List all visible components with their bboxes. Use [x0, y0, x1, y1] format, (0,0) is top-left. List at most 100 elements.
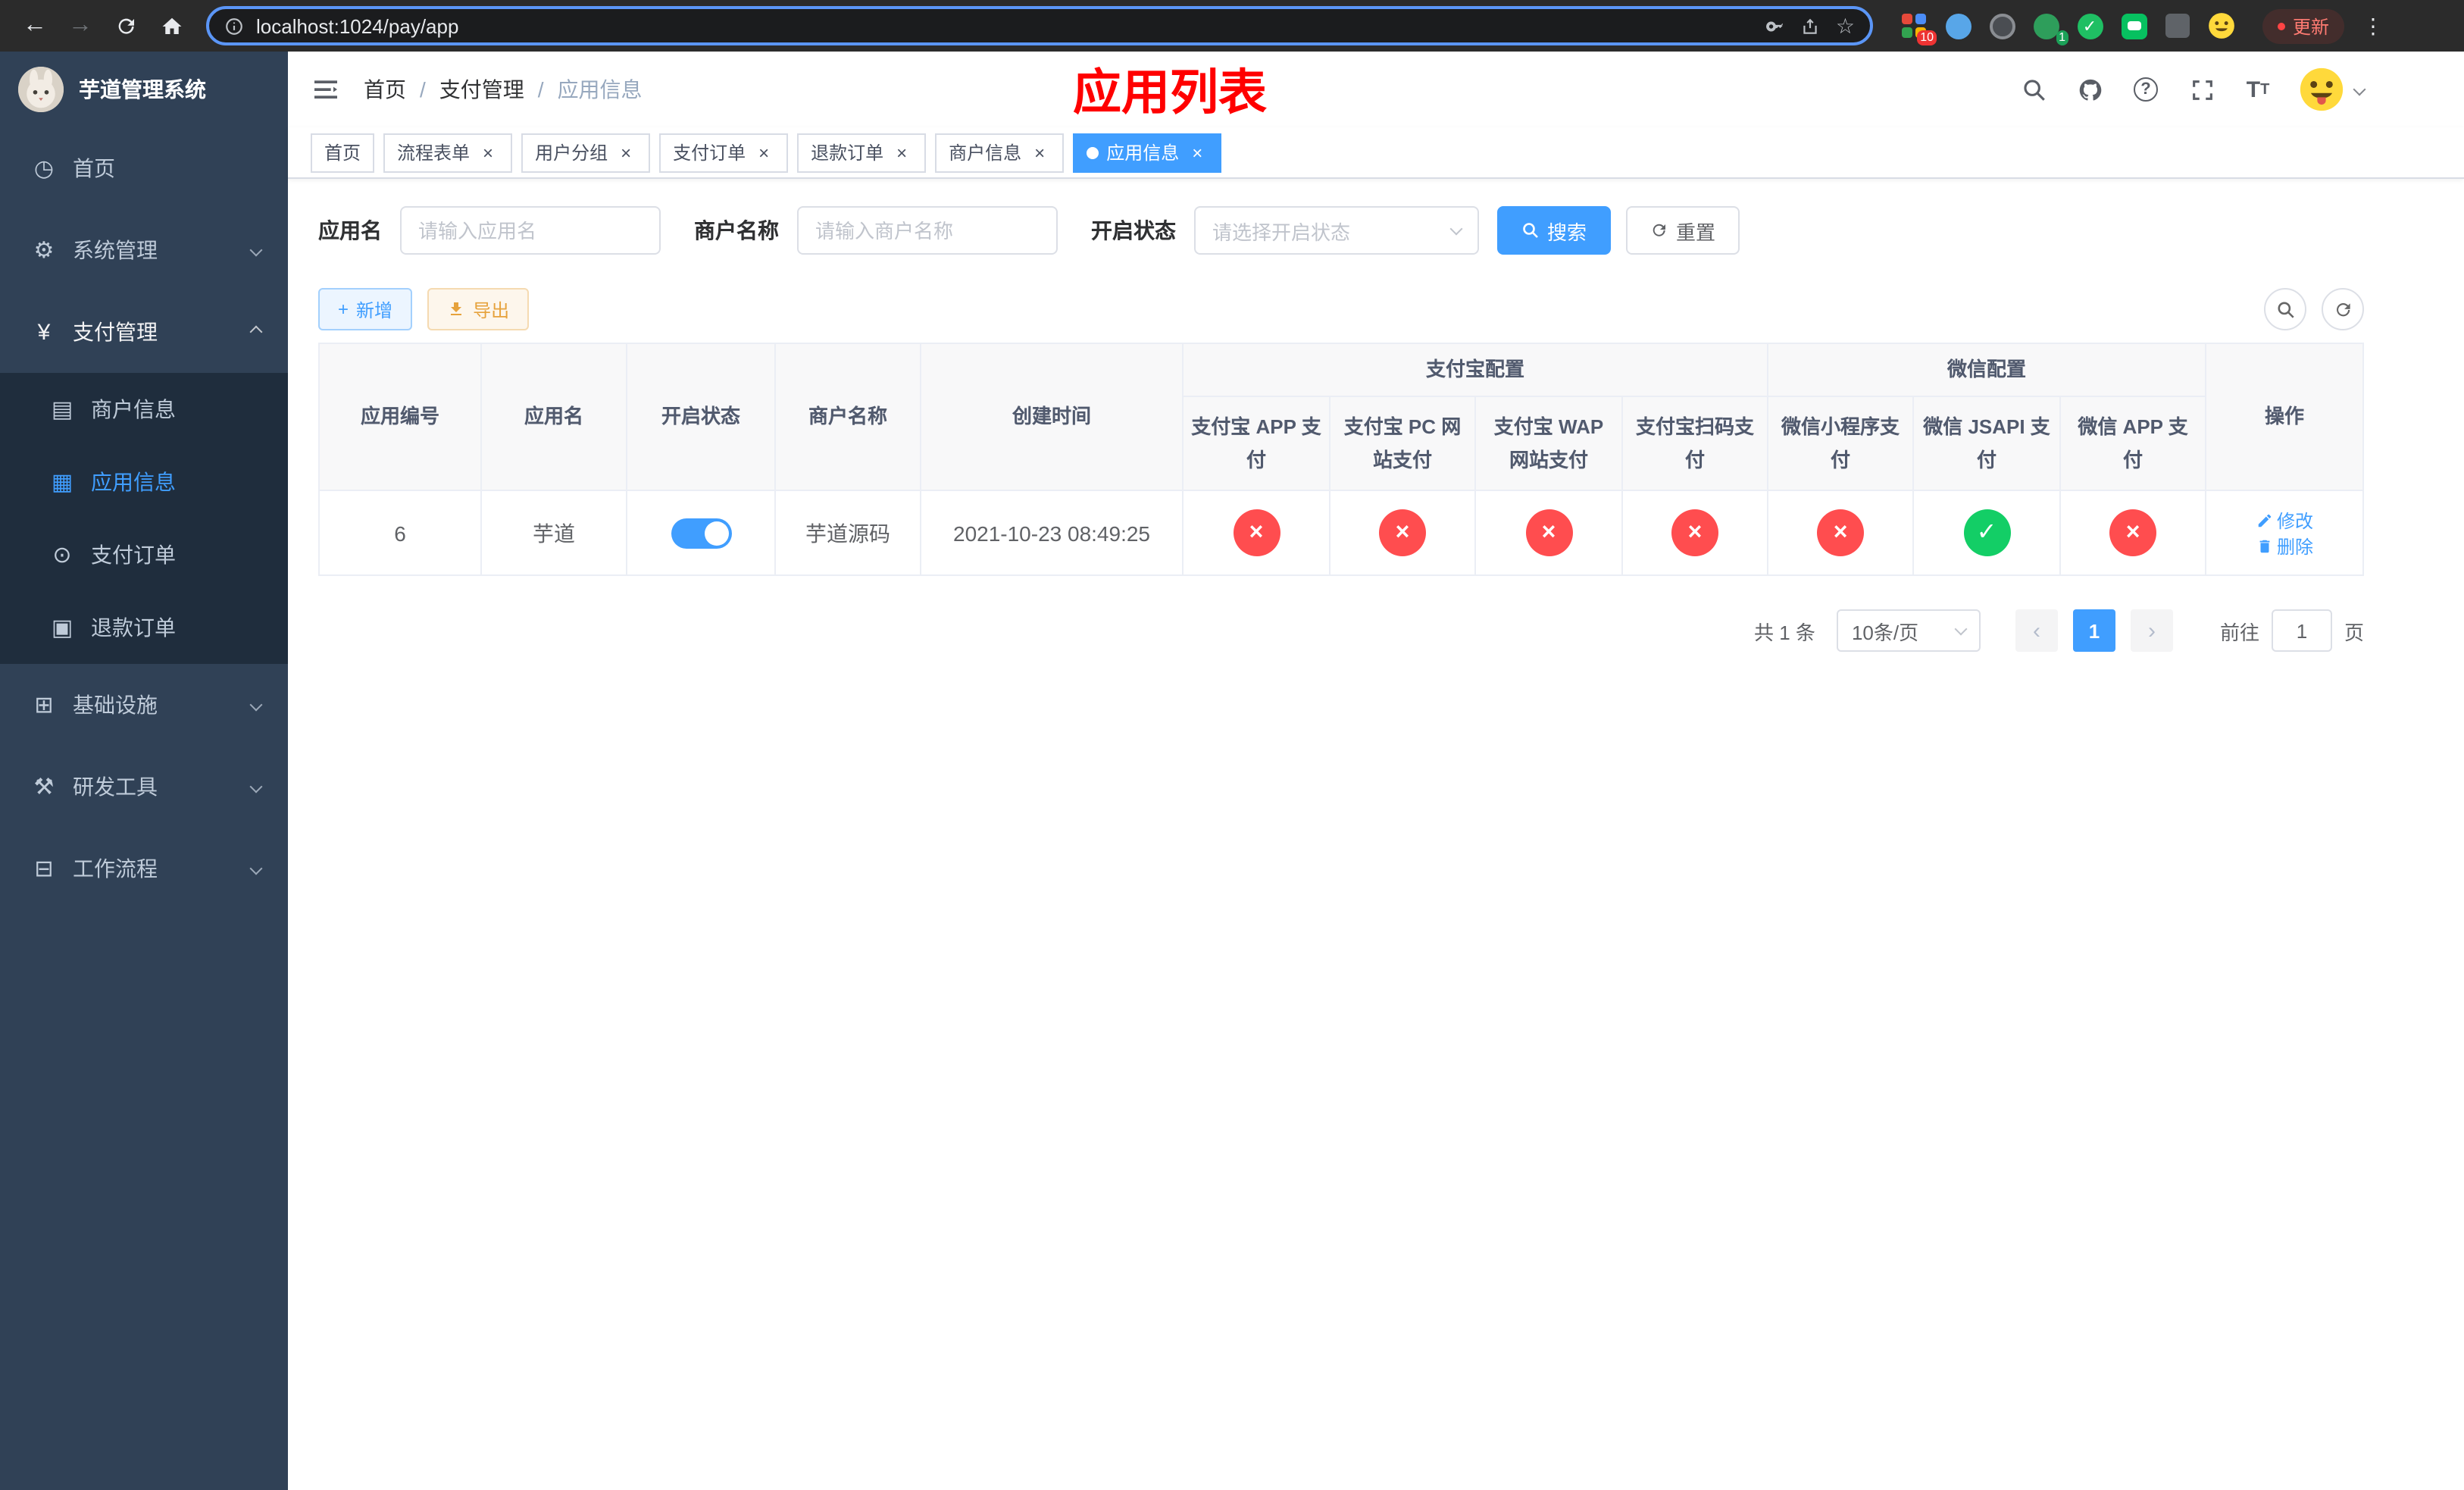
status-switch[interactable] — [671, 518, 731, 549]
goto-page-input[interactable] — [2271, 609, 2332, 653]
sidebar-item-pay-orders[interactable]: ⊙ 支付订单 — [0, 518, 288, 591]
sidebar-item-payment[interactable]: ¥ 支付管理 — [0, 291, 288, 373]
tab-process-form[interactable]: 流程表单 × — [383, 133, 513, 172]
help-icon[interactable]: ? — [2131, 74, 2161, 105]
browser-menu-icon[interactable]: ⋮ — [2362, 13, 2384, 39]
alipay-scan-status-icon: × — [1671, 509, 1718, 557]
next-page-button[interactable]: › — [2130, 609, 2173, 653]
app-name-input-wrap — [400, 206, 661, 255]
close-icon[interactable]: × — [615, 142, 636, 163]
extension-check-icon[interactable]: ✓ — [2076, 12, 2103, 39]
browser-back-button[interactable]: ← — [15, 6, 55, 45]
card-icon: ▤ — [51, 397, 73, 423]
font-size-icon[interactable]: TT — [2243, 74, 2273, 105]
toolbox-icon: ⚒ — [33, 775, 55, 800]
close-icon[interactable]: × — [891, 142, 912, 163]
pencil-icon — [2257, 513, 2271, 527]
extension-dark-icon[interactable] — [1988, 12, 2015, 39]
password-key-icon[interactable] — [1766, 16, 1786, 36]
pagination-total: 共 1 条 — [1754, 621, 1815, 644]
col-header-wechat-app: 微信 APP 支付 — [2059, 396, 2207, 492]
prev-page-button[interactable]: ‹ — [2015, 609, 2058, 653]
browser-window: ← → localhost:1024/pay/app ☆ 10 1 ✓ 更新 ⋮… — [0, 0, 2464, 1490]
box-icon: ⊟ — [34, 856, 54, 882]
col-header-alipay-wap: 支付宝 WAP 网站支付 — [1474, 396, 1623, 492]
update-dot-icon — [2278, 22, 2285, 30]
sidebar-item-system[interactable]: ⚙ 系统管理 — [0, 209, 288, 291]
fullscreen-icon[interactable] — [2187, 74, 2217, 105]
sidebar-item-refund-orders[interactable]: ▣ 退款订单 — [0, 591, 288, 664]
logo-avatar — [18, 67, 64, 112]
wechat-mini-status-icon: × — [1817, 509, 1865, 557]
extension-drop-icon[interactable] — [1944, 12, 1972, 39]
sidebar-item-dev-tools[interactable]: ⚒ 研发工具 — [0, 746, 288, 828]
tab-app-info[interactable]: 应用信息 × — [1073, 133, 1222, 172]
close-icon[interactable]: × — [1029, 142, 1050, 163]
close-icon[interactable]: × — [753, 142, 774, 163]
reset-button[interactable]: 重置 — [1626, 206, 1740, 255]
col-header-merchant: 商户名称 — [774, 342, 921, 492]
search-icon — [2277, 301, 2294, 318]
chevron-down-icon — [1449, 221, 1463, 235]
monitor-icon: ⊞ — [34, 693, 54, 718]
search-button[interactable]: 搜索 — [1497, 206, 1612, 255]
app-title: 芋道管理系统 — [79, 77, 206, 102]
browser-forward-button[interactable]: → — [61, 6, 100, 45]
sidebar-item-home[interactable]: ◷ 首页 — [0, 127, 288, 209]
col-header-alipay-app: 支付宝 APP 支付 — [1182, 396, 1330, 492]
refresh-icon — [117, 17, 133, 33]
export-button[interactable]: 导出 — [427, 288, 530, 330]
extension-emoji-icon[interactable] — [2208, 12, 2235, 39]
chevron-down-icon — [1954, 621, 1968, 635]
extension-puzzle-icon[interactable] — [2164, 12, 2191, 39]
col-header-created: 创建时间 — [920, 342, 1184, 492]
hamburger-icon[interactable] — [288, 74, 364, 105]
browser-home-button[interactable] — [152, 6, 191, 45]
sidebar-item-workflow[interactable]: ⊟ 工作流程 — [0, 828, 288, 909]
sidebar-item-merchant-info[interactable]: ▤ 商户信息 — [0, 373, 288, 446]
app-name-label: 应用名 — [318, 218, 382, 243]
share-icon[interactable] — [1801, 16, 1821, 36]
user-avatar[interactable] — [2299, 67, 2366, 112]
sidebar-item-app-info[interactable]: ▦ 应用信息 — [0, 446, 288, 518]
address-bar[interactable]: localhost:1024/pay/app ☆ — [206, 6, 1873, 45]
close-icon[interactable]: × — [477, 142, 499, 163]
status-select[interactable]: 请选择开启状态 — [1194, 206, 1479, 255]
extension-grid-icon[interactable]: 10 — [1900, 12, 1937, 45]
browser-refresh-button[interactable] — [106, 6, 145, 45]
tab-user-group[interactable]: 用户分组 × — [521, 133, 651, 172]
url-text[interactable]: localhost:1024/pay/app — [256, 14, 1754, 37]
edit-link[interactable]: 修改 — [2256, 507, 2313, 533]
delete-link[interactable]: 删除 — [2256, 533, 2313, 559]
search-icon[interactable] — [2018, 74, 2049, 105]
tab-merchant-info[interactable]: 商户信息 × — [935, 133, 1065, 172]
status-label: 开启状态 — [1091, 218, 1176, 243]
github-icon[interactable] — [2075, 74, 2105, 105]
col-header-alipay-pc: 支付宝 PC 网站支付 — [1329, 396, 1476, 492]
search-form: 应用名 商户名称 开启状态 请选择开启状态 — [318, 206, 2364, 255]
page-number-button[interactable]: 1 — [2072, 609, 2115, 653]
app-logo[interactable]: 芋道管理系统 — [0, 52, 288, 127]
bookmark-star-icon[interactable]: ☆ — [1836, 13, 1855, 39]
site-info-icon[interactable] — [224, 16, 244, 36]
breadcrumb-current: 应用信息 — [557, 77, 643, 102]
navbar-tools: ? TT — [2018, 67, 2366, 112]
tab-refund-orders[interactable]: 退款订单 × — [797, 133, 927, 172]
table-row: 6 芋道 芋道源码 2021-10-23 08:49:25 × × × × × … — [318, 490, 2364, 577]
breadcrumb-home[interactable]: 首页 — [364, 74, 406, 105]
browser-update-button[interactable]: 更新 — [2262, 8, 2345, 43]
tab-pay-orders[interactable]: 支付订单 × — [659, 133, 789, 172]
close-icon[interactable]: × — [1187, 142, 1208, 163]
tab-home[interactable]: 首页 — [311, 133, 375, 172]
breadcrumb-payment[interactable]: 支付管理 — [439, 74, 524, 105]
app-name-input[interactable] — [418, 219, 643, 242]
extension-chat-icon[interactable] — [2120, 12, 2147, 39]
page-size-select[interactable]: 10条/页 — [1836, 609, 1981, 653]
chevron-down-icon — [249, 780, 263, 794]
merchant-name-input[interactable] — [815, 219, 1040, 242]
refresh-table-button[interactable] — [2322, 288, 2364, 330]
toggle-search-button[interactable] — [2264, 288, 2306, 330]
add-button[interactable]: + 新增 — [318, 288, 413, 330]
extension-avatar-icon[interactable]: 1 — [2032, 12, 2068, 45]
sidebar-item-infrastructure[interactable]: ⊞ 基础设施 — [0, 664, 288, 746]
